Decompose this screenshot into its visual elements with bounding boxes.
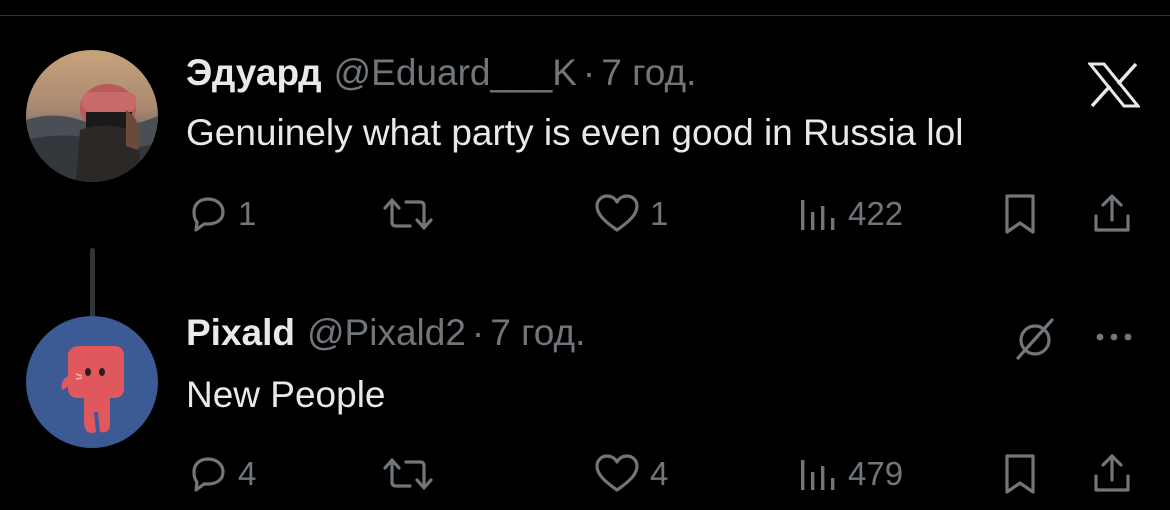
x-logo-icon: [1086, 62, 1142, 113]
grok-icon[interactable]: [1012, 316, 1058, 367]
views-icon: [801, 460, 835, 490]
conversation-view: Эдуард @Eduard___K · 7 год. Genuinely wh…: [0, 0, 1170, 510]
retweet-button[interactable]: [382, 192, 434, 236]
tweet-actions: 1 1 422: [186, 192, 1146, 236]
user-handle[interactable]: @Eduard___K: [334, 52, 577, 94]
tweet-text: Genuinely what party is even good in Rus…: [186, 112, 964, 153]
tweet-text: New People: [186, 374, 386, 415]
separator-dot: ·: [471, 312, 485, 353]
separator-dot: ·: [582, 52, 596, 93]
bookmark-icon: [1005, 454, 1035, 494]
avatar[interactable]: [26, 316, 158, 448]
avatar[interactable]: [26, 50, 158, 182]
bookmark-icon: [1005, 194, 1035, 234]
display-name[interactable]: Pixald: [186, 312, 295, 354]
share-icon: [1094, 194, 1130, 232]
more-icon[interactable]: [1092, 322, 1136, 357]
retweet-icon: [383, 458, 433, 490]
like-count: 4: [650, 455, 669, 492]
heart-icon: [595, 194, 639, 232]
timestamp[interactable]: 7 год.: [490, 312, 585, 354]
reply-count: 1: [238, 195, 257, 232]
bookmark-button[interactable]: [1000, 192, 1040, 236]
like-button[interactable]: 1: [592, 192, 668, 236]
views-icon: [801, 200, 835, 230]
timestamp[interactable]: 7 год.: [601, 52, 696, 94]
retweet-icon: [383, 198, 433, 230]
reply-count: 4: [238, 455, 257, 492]
reply-icon: [192, 457, 225, 492]
share-button[interactable]: [1090, 452, 1134, 496]
tweet-actions: 4 4 479: [186, 452, 1146, 496]
tweet-header: Pixald @Pixald2 · 7 год.: [186, 312, 585, 356]
top-divider: [0, 15, 1170, 16]
user-handle[interactable]: @Pixald2: [307, 312, 466, 354]
cartoon-creature-avatar: [26, 316, 158, 448]
share-icon: [1094, 454, 1130, 492]
retweet-button[interactable]: [382, 452, 434, 496]
like-button[interactable]: 4: [592, 452, 668, 496]
views-count: 479: [848, 455, 904, 492]
share-button[interactable]: [1090, 192, 1134, 236]
views-count: 422: [848, 195, 904, 232]
heart-icon: [595, 454, 639, 492]
tweet-header: Эдуард @Eduard___K · 7 год.: [186, 52, 696, 96]
bookmark-button[interactable]: [1000, 452, 1040, 496]
views-button[interactable]: 479: [796, 452, 903, 496]
reply-button[interactable]: 1: [186, 192, 256, 236]
views-button[interactable]: 422: [796, 192, 903, 236]
like-count: 1: [650, 195, 669, 232]
profile-photo-avatar: [26, 50, 158, 182]
reply-icon: [192, 197, 225, 232]
display-name[interactable]: Эдуард: [186, 52, 322, 94]
reply-button[interactable]: 4: [186, 452, 256, 496]
